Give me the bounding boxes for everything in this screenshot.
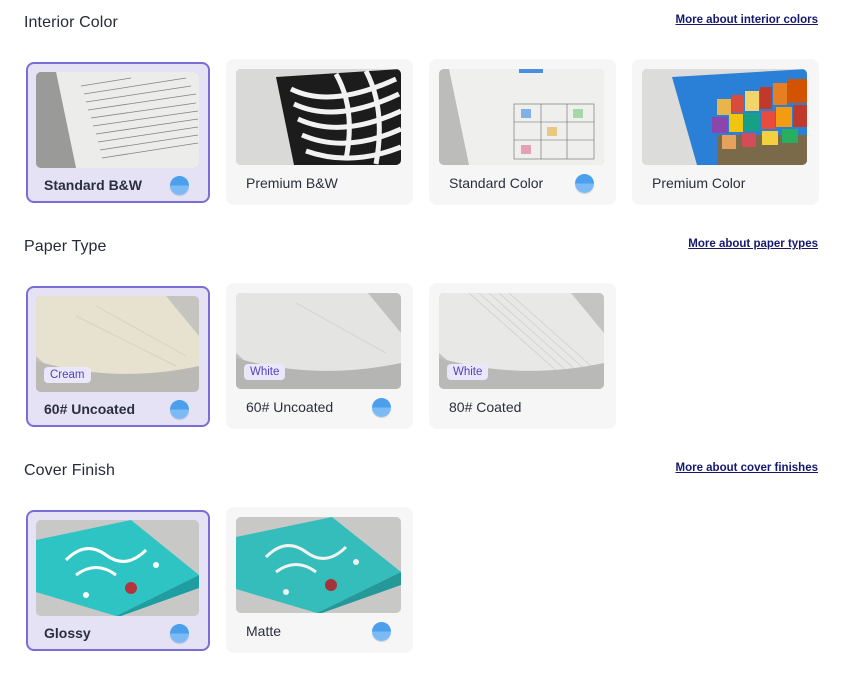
colorful-village-photo-image [642, 69, 807, 165]
option-label: Premium Color [652, 175, 746, 191]
option-60-uncoated-white[interactable]: White 60# Uncoated [226, 283, 413, 429]
option-label: 80# Coated [449, 399, 522, 415]
paper-color-badge: Cream [44, 367, 91, 383]
info-icon[interactable] [575, 174, 594, 193]
paper-color-badge: White [447, 364, 489, 380]
info-icon[interactable] [170, 624, 189, 643]
option-matte[interactable]: Matte [226, 507, 413, 653]
white-coated-paper-stack-image: White [439, 293, 604, 389]
glossy-book-cover-image [36, 520, 199, 616]
matte-book-cover-image [236, 517, 401, 613]
paper-color-badge: White [244, 364, 286, 380]
option-label: 60# Uncoated [246, 399, 334, 415]
option-80-coated-white[interactable]: White 80# Coated [429, 283, 616, 429]
info-icon[interactable] [372, 622, 391, 641]
info-icon[interactable] [170, 176, 189, 195]
option-label: Glossy [44, 625, 91, 641]
option-label: Premium B&W [246, 175, 338, 191]
interior-bw-book-image [36, 72, 199, 168]
option-label: Standard B&W [44, 177, 142, 193]
more-about-cover-finishes-link[interactable]: More about cover finishes [675, 462, 818, 474]
cream-paper-stack-image: Cream [36, 296, 199, 392]
zebra-photo-image [236, 69, 401, 165]
info-icon[interactable] [372, 398, 391, 417]
option-premium-color[interactable]: Premium Color [632, 59, 819, 205]
option-60-uncoated-cream[interactable]: Cream 60# Uncoated [26, 286, 210, 427]
option-standard-color[interactable]: Standard Color [429, 59, 616, 205]
option-standard-bw[interactable]: Standard B&W [26, 62, 210, 203]
more-about-interior-colors-link[interactable]: More about interior colors [676, 14, 819, 26]
white-paper-stack-image: White [236, 293, 401, 389]
option-premium-bw[interactable]: Premium B&W [226, 59, 413, 205]
more-about-paper-types-link[interactable]: More about paper types [688, 238, 818, 250]
color-worksheet-image [439, 69, 604, 165]
section-title: Paper Type [24, 238, 107, 255]
section-title: Interior Color [24, 14, 118, 31]
option-label: Standard Color [449, 175, 544, 191]
option-label: Matte [246, 623, 282, 639]
info-icon[interactable] [170, 400, 189, 419]
section-title: Cover Finish [24, 462, 116, 479]
option-label: 60# Uncoated [44, 401, 136, 417]
option-glossy[interactable]: Glossy [26, 510, 210, 651]
